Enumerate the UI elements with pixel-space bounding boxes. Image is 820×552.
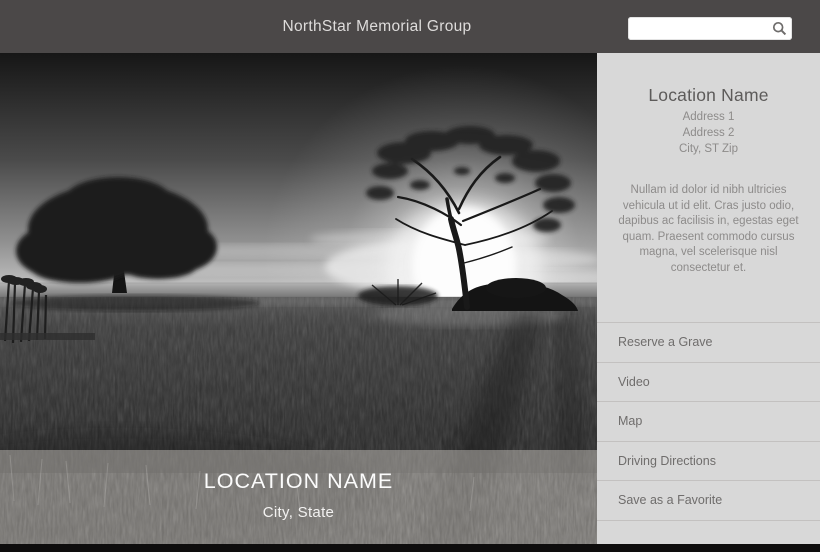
footer-bar — [0, 544, 820, 552]
menu-item-video[interactable]: Video — [597, 362, 820, 402]
menu-end-divider — [597, 520, 820, 521]
sidebar: Location Name Address 1 Address 2 City, … — [597, 53, 820, 544]
sidebar-menu: Reserve a Grave Video Map Driving Direct… — [597, 322, 820, 521]
search-icon[interactable] — [772, 21, 787, 36]
hero-caption: LOCATION NAME City, State — [0, 450, 597, 544]
menu-item-reserve-a-grave[interactable]: Reserve a Grave — [597, 322, 820, 362]
app-window: NorthStar Memorial Group — [0, 0, 820, 552]
menu-item-driving-directions[interactable]: Driving Directions — [597, 441, 820, 481]
address-line-3: City, ST Zip — [597, 141, 820, 157]
address-line-2: Address 2 — [597, 125, 820, 141]
hero-city-state: City, State — [0, 504, 597, 521]
menu-item-map[interactable]: Map — [597, 401, 820, 441]
hero-location-name: LOCATION NAME — [0, 469, 597, 494]
search-box[interactable] — [628, 17, 792, 40]
location-description: Nullam id dolor id nibh ultricies vehicu… — [611, 183, 806, 277]
header: NorthStar Memorial Group — [0, 0, 820, 53]
search-input[interactable] — [628, 17, 772, 40]
address-line-1: Address 1 — [597, 109, 820, 125]
menu-item-save-as-a-favorite[interactable]: Save as a Favorite — [597, 480, 820, 520]
address-block: Address 1 Address 2 City, ST Zip — [597, 109, 820, 157]
site-title: NorthStar Memorial Group — [283, 0, 472, 53]
location-name-heading: Location Name — [597, 85, 820, 106]
hero-photo: LOCATION NAME City, State — [0, 53, 597, 544]
